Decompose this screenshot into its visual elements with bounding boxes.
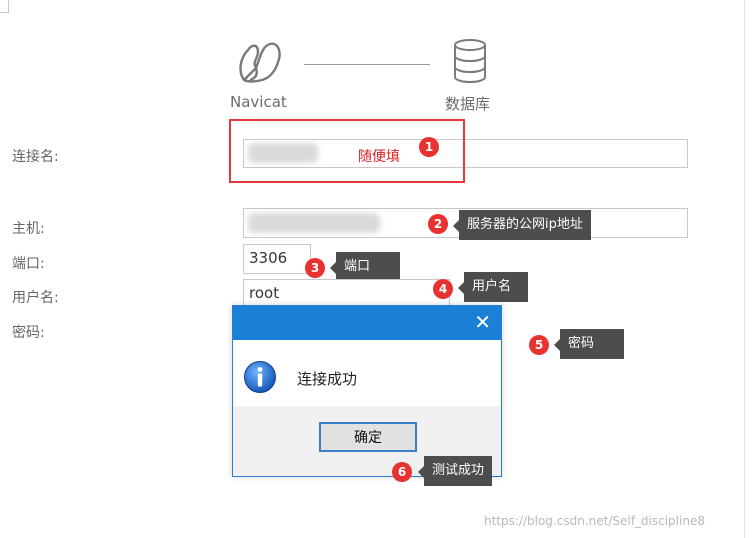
annotation-1-text: 随便填 [358, 149, 400, 165]
close-icon[interactable]: ✕ [474, 312, 491, 332]
user-label: 用户名: [12, 290, 59, 306]
database-icon [454, 39, 486, 84]
annotation-1-badge: 1 [419, 137, 439, 157]
connection-name-label: 连接名: [12, 149, 59, 165]
annotation-5-tag: 密码 [554, 329, 624, 359]
connection-success-dialog: ✕ 连接成功 确定 [232, 305, 502, 477]
host-label: 主机: [12, 221, 45, 237]
window-corner [0, 0, 9, 13]
annotation-2-badge: 2 [428, 214, 448, 234]
navicat-icon [239, 42, 281, 83]
watermark: https://blog.csdn.net/Self_discipline8 [484, 514, 705, 528]
password-label: 密码: [12, 325, 45, 341]
annotation-2-tag: 服务器的公网ip地址 [453, 210, 591, 240]
annotation-6-tag: 测试成功 [417, 456, 493, 486]
panel-divider [744, 0, 745, 538]
redacted-host [248, 213, 380, 233]
port-input[interactable]: 3306 [243, 244, 311, 274]
info-icon [244, 361, 276, 393]
ok-button[interactable]: 确定 [319, 422, 417, 452]
annotation-3-badge: 3 [305, 258, 325, 278]
annotation-6-badge: 6 [392, 462, 412, 482]
annotation-4-badge: 4 [433, 279, 453, 299]
dialog-body: 连接成功 [233, 340, 501, 406]
annotation-5-badge: 5 [529, 335, 549, 355]
annotation-3-tag: 端口 [330, 252, 400, 282]
annotation-4-tag: 用户名 [458, 272, 528, 302]
dialog-titlebar: ✕ [233, 306, 501, 340]
port-label: 端口: [12, 256, 45, 272]
database-caption: 数据库 [445, 95, 491, 113]
navicat-caption: Navicat [230, 93, 287, 111]
dialog-message: 连接成功 [297, 370, 358, 388]
connector-line [304, 64, 430, 65]
